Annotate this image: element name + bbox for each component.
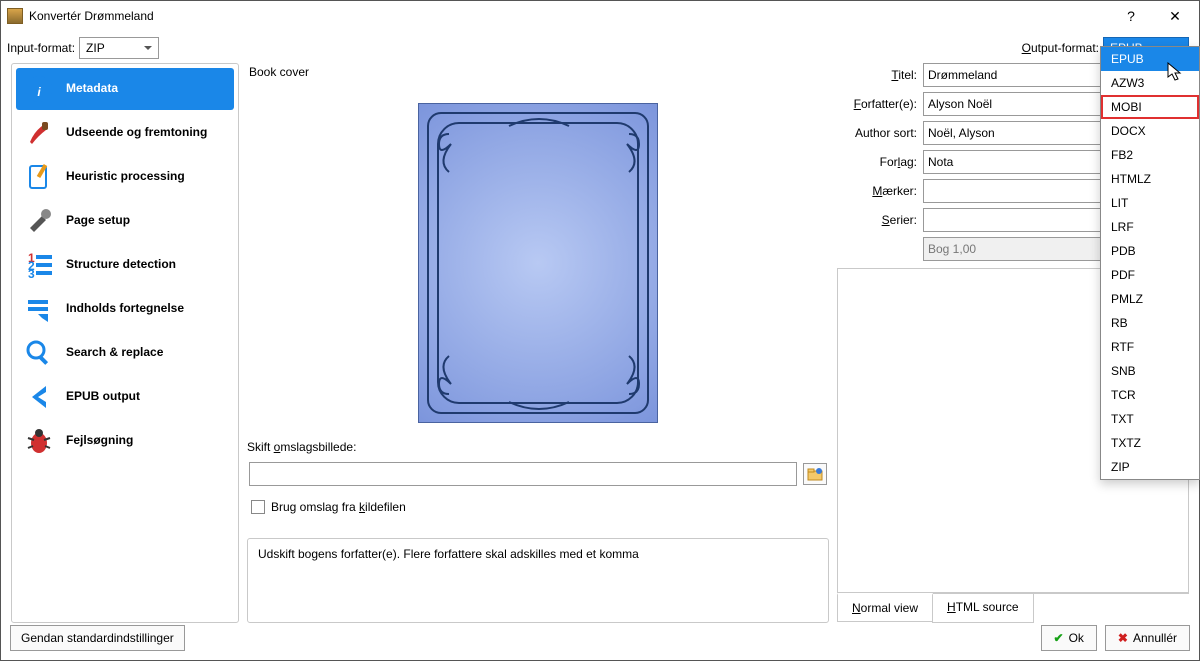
cover-image xyxy=(418,103,658,423)
sidebar-item-look[interactable]: Udseende og fremtoning xyxy=(16,112,234,154)
wand-icon xyxy=(22,162,56,192)
sidebar: i Metadata Udseende og fremtoning Heuris… xyxy=(11,63,239,623)
sidebar-item-label: Structure detection xyxy=(66,258,176,272)
sidebar-item-label: Udseende og fremtoning xyxy=(66,126,207,140)
output-format-option[interactable]: DOCX xyxy=(1101,119,1199,143)
info-icon: i xyxy=(22,74,56,104)
restore-defaults-button[interactable]: Gendan standardindstillinger xyxy=(10,625,185,651)
output-format-option[interactable]: PMLZ xyxy=(1101,287,1199,311)
title-label: Titel: xyxy=(837,68,923,82)
output-format-option[interactable]: LRF xyxy=(1101,215,1199,239)
tags-label: Mærker: xyxy=(837,184,923,198)
sidebar-item-label: Heuristic processing xyxy=(66,170,185,184)
check-icon: ✔ xyxy=(1054,631,1064,645)
sidebar-item-debug[interactable]: Fejlsøgning xyxy=(16,420,234,462)
sidebar-item-label: Fejlsøgning xyxy=(66,434,133,448)
use-source-cover-checkbox[interactable] xyxy=(251,500,265,514)
author-sort-label: Author sort: xyxy=(837,126,923,140)
output-format-option[interactable]: HTMLZ xyxy=(1101,167,1199,191)
change-cover-label: Skift omslagsbillede: xyxy=(247,440,829,454)
svg-text:3: 3 xyxy=(28,267,35,280)
series-label: Serier: xyxy=(837,213,923,227)
titlebar: Konvertér Drømmeland ? ✕ xyxy=(1,1,1199,31)
cover-preview-area xyxy=(247,85,829,428)
x-icon: ✖ xyxy=(1118,631,1128,645)
input-format-label: Input-format: xyxy=(7,41,75,55)
output-format-option[interactable]: RTF xyxy=(1101,335,1199,359)
ok-button[interactable]: ✔Ok xyxy=(1041,625,1097,651)
cancel-button[interactable]: ✖Annullér xyxy=(1105,625,1190,651)
output-format-option[interactable]: ZIP xyxy=(1101,455,1199,479)
window-title: Konvertér Drømmeland xyxy=(29,9,1109,23)
sidebar-item-epub-output[interactable]: EPUB output xyxy=(16,376,234,418)
list-icon: 123 xyxy=(22,250,56,280)
search-icon xyxy=(22,338,56,368)
cover-path-input[interactable] xyxy=(249,462,797,486)
sidebar-item-structure[interactable]: 123 Structure detection xyxy=(16,244,234,286)
use-source-cover-label: Brug omslag fra kildefilen xyxy=(271,500,406,514)
sidebar-item-metadata[interactable]: i Metadata xyxy=(16,68,234,110)
sidebar-item-label: EPUB output xyxy=(66,390,140,404)
output-format-dropdown[interactable]: EPUBAZW3MOBIDOCXFB2HTMLZLITLRFPDBPDFPMLZ… xyxy=(1100,46,1200,480)
toc-icon xyxy=(22,294,56,324)
output-format-option[interactable]: FB2 xyxy=(1101,143,1199,167)
output-format-option[interactable]: TXTZ xyxy=(1101,431,1199,455)
browse-button[interactable] xyxy=(803,463,827,485)
sidebar-item-label: Search & replace xyxy=(66,346,163,360)
app-icon xyxy=(7,8,23,24)
output-format-option[interactable]: EPUB xyxy=(1101,47,1199,71)
publisher-label: Forlag: xyxy=(837,155,923,169)
output-format-option[interactable]: MOBI xyxy=(1101,95,1199,119)
output-format-option[interactable]: SNB xyxy=(1101,359,1199,383)
input-format-select[interactable]: ZIP xyxy=(79,37,159,59)
sidebar-item-toc[interactable]: Indholds fortegnelse xyxy=(16,288,234,330)
help-button[interactable]: ? xyxy=(1109,2,1153,30)
output-format-option[interactable]: PDB xyxy=(1101,239,1199,263)
sidebar-item-page-setup[interactable]: Page setup xyxy=(16,200,234,242)
tab-normal-view[interactable]: Normal view xyxy=(837,593,933,622)
sidebar-item-label: Indholds fortegnelse xyxy=(66,302,184,316)
tools-icon xyxy=(22,206,56,236)
sidebar-item-heuristic[interactable]: Heuristic processing xyxy=(16,156,234,198)
sidebar-item-search[interactable]: Search & replace xyxy=(16,332,234,374)
authors-label: Forfatter(e): xyxy=(837,97,923,111)
output-format-label: Output-format: xyxy=(1022,41,1099,55)
output-format-option[interactable]: AZW3 xyxy=(1101,71,1199,95)
close-button[interactable]: ✕ xyxy=(1153,2,1197,30)
sidebar-item-label: Metadata xyxy=(66,82,118,96)
chevron-left-icon xyxy=(22,382,56,412)
output-format-option[interactable]: RB xyxy=(1101,311,1199,335)
cover-heading: Book cover xyxy=(247,63,829,79)
output-format-option[interactable]: TXT xyxy=(1101,407,1199,431)
brush-icon xyxy=(22,118,56,148)
hint-box: Udskift bogens forfatter(e). Flere forfa… xyxy=(247,538,829,623)
sidebar-item-label: Page setup xyxy=(66,214,130,228)
output-format-option[interactable]: PDF xyxy=(1101,263,1199,287)
tab-html-source[interactable]: HTML source xyxy=(932,594,1034,623)
output-format-option[interactable]: TCR xyxy=(1101,383,1199,407)
bug-icon xyxy=(22,426,56,456)
output-format-option[interactable]: LIT xyxy=(1101,191,1199,215)
